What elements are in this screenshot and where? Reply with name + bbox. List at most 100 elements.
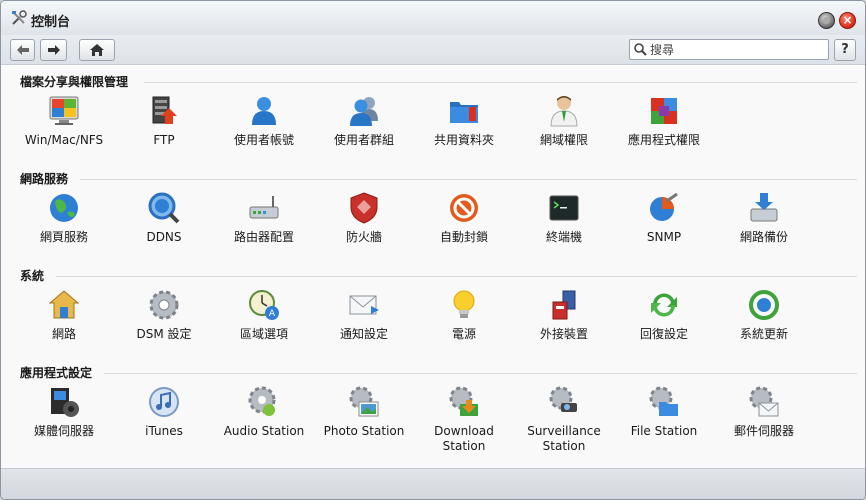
item-shared-folder[interactable]: 共用資料夾 xyxy=(414,94,514,148)
item-win-mac-nfs[interactable]: Win/Mac/NFS xyxy=(14,94,114,148)
home-button[interactable] xyxy=(79,39,115,61)
item-snmp[interactable]: SNMP xyxy=(614,191,714,245)
item-system-update[interactable]: 系統更新 xyxy=(714,288,814,342)
item-label: 使用者群組 xyxy=(333,133,394,147)
terminal-icon xyxy=(549,195,579,221)
item-download-station[interactable]: Download Station xyxy=(414,385,514,454)
web-services-icon xyxy=(50,194,78,222)
item-file-station[interactable]: File Station xyxy=(614,385,714,439)
audio-station-icon xyxy=(248,386,276,416)
item-label: 網頁服務 xyxy=(39,230,88,244)
item-label: Win/Mac/NFS xyxy=(24,133,104,147)
svg-text:A: A xyxy=(269,309,276,319)
item-domain-privilege[interactable]: 網域權限 xyxy=(514,94,614,148)
section-title-file-sharing: 檔案分享與權限管理 xyxy=(20,75,129,89)
window-title: 控制台 xyxy=(31,15,71,30)
item-label: 區域選項 xyxy=(239,327,288,341)
mail-server-icon xyxy=(749,386,779,417)
forward-button[interactable] xyxy=(40,39,67,61)
close-button[interactable]: × xyxy=(839,12,856,29)
shared-folder-icon xyxy=(450,102,478,123)
section-divider xyxy=(104,373,857,374)
back-button[interactable] xyxy=(10,39,35,61)
item-notification[interactable]: 通知設定 xyxy=(314,288,414,342)
item-terminal[interactable]: 終端機 xyxy=(514,191,614,245)
control-panel-content: 檔案分享與權限管理 Win/Mac/NFS FTP 使用者帳號 使用者群組 共用… xyxy=(1,66,865,470)
item-audio-station[interactable]: Audio Station xyxy=(214,385,314,439)
section-title-network-services: 網路服務 xyxy=(20,172,69,186)
itunes-icon xyxy=(149,387,179,417)
item-label: 系統更新 xyxy=(739,327,788,341)
item-media-server[interactable]: 媒體伺服器 xyxy=(14,385,114,439)
item-network[interactable]: 網路 xyxy=(14,288,114,342)
item-label: DSM 設定 xyxy=(136,327,192,341)
search-input[interactable] xyxy=(650,42,820,57)
item-restore[interactable]: 回復設定 xyxy=(614,288,714,342)
search-box[interactable] xyxy=(629,39,829,60)
item-network-backup[interactable]: 網路備份 xyxy=(714,191,814,245)
item-label: 郵件伺服器 xyxy=(733,424,794,438)
item-label: 外接裝置 xyxy=(539,327,588,341)
item-surveillance-station[interactable]: Surveillance Station xyxy=(514,385,614,454)
item-app-privilege[interactable]: 應用程式權限 xyxy=(614,94,714,148)
ftp-icon xyxy=(152,96,177,124)
arrow-right-icon xyxy=(47,45,60,55)
toolbar: ? xyxy=(1,35,865,65)
item-label: 網路備份 xyxy=(739,230,788,244)
item-dsm-settings[interactable]: DSM 設定 xyxy=(114,288,214,342)
item-label: Surveillance Station xyxy=(527,424,601,453)
tools-icon xyxy=(12,10,27,25)
system-update-icon xyxy=(749,290,779,320)
item-user-group[interactable]: 使用者群組 xyxy=(314,94,414,148)
network-icon xyxy=(48,290,80,319)
domain-privilege-icon xyxy=(550,96,578,127)
item-power[interactable]: 電源 xyxy=(414,288,514,342)
item-label: 路由器配置 xyxy=(233,230,294,244)
control-panel-window: 控制台 × ? 檔案分享與權限管理 Win xyxy=(0,0,866,500)
router-icon xyxy=(249,196,279,219)
item-ddns[interactable]: DDNS xyxy=(114,191,214,245)
item-label: Download Station xyxy=(434,424,494,453)
ddns-icon xyxy=(148,192,180,224)
section-title-app-settings: 應用程式設定 xyxy=(20,366,93,380)
item-itunes[interactable]: iTunes xyxy=(114,385,214,439)
user-group-icon xyxy=(350,97,378,126)
item-label: 應用程式權限 xyxy=(627,133,700,147)
item-label: 共用資料夾 xyxy=(433,133,494,147)
help-button[interactable]: ? xyxy=(834,39,856,61)
item-label: 網路 xyxy=(51,327,76,341)
regional-options-icon: A xyxy=(249,290,279,320)
item-auto-block[interactable]: 自動封鎖 xyxy=(414,191,514,245)
item-label: SNMP xyxy=(646,230,682,244)
minimize-button[interactable] xyxy=(818,12,835,29)
surveillance-station-icon xyxy=(549,386,577,412)
item-mail-server[interactable]: 郵件伺服器 xyxy=(714,385,814,439)
item-photo-station[interactable]: Photo Station xyxy=(314,385,414,439)
item-web-services[interactable]: 網頁服務 xyxy=(14,191,114,245)
item-label: 通知設定 xyxy=(339,327,388,341)
item-label: 媒體伺服器 xyxy=(33,424,94,438)
item-regional-options[interactable]: A 區域選項 xyxy=(214,288,314,342)
item-router[interactable]: 路由器配置 xyxy=(214,191,314,245)
dsm-settings-icon xyxy=(149,290,179,320)
network-backup-icon xyxy=(750,193,778,222)
item-label: 自動封鎖 xyxy=(439,230,488,244)
photo-station-icon xyxy=(349,386,379,417)
item-user[interactable]: 使用者帳號 xyxy=(214,94,314,148)
media-server-icon xyxy=(51,388,79,417)
item-label: 防火牆 xyxy=(345,230,382,244)
item-label: 網域權限 xyxy=(539,133,588,147)
restore-icon xyxy=(651,293,677,317)
firewall-icon xyxy=(350,192,378,224)
item-label: Photo Station xyxy=(323,424,405,438)
external-devices-icon xyxy=(552,290,576,320)
title-bar[interactable]: 控制台 × xyxy=(1,1,865,35)
item-label: FTP xyxy=(153,133,175,147)
file-station-icon xyxy=(649,386,678,416)
item-ftp[interactable]: FTP xyxy=(114,94,214,148)
item-label: 電源 xyxy=(451,327,476,341)
item-label: 回復設定 xyxy=(639,327,688,341)
item-external-devices[interactable]: 外接裝置 xyxy=(514,288,614,342)
user-icon xyxy=(252,97,276,125)
item-firewall[interactable]: 防火牆 xyxy=(314,191,414,245)
